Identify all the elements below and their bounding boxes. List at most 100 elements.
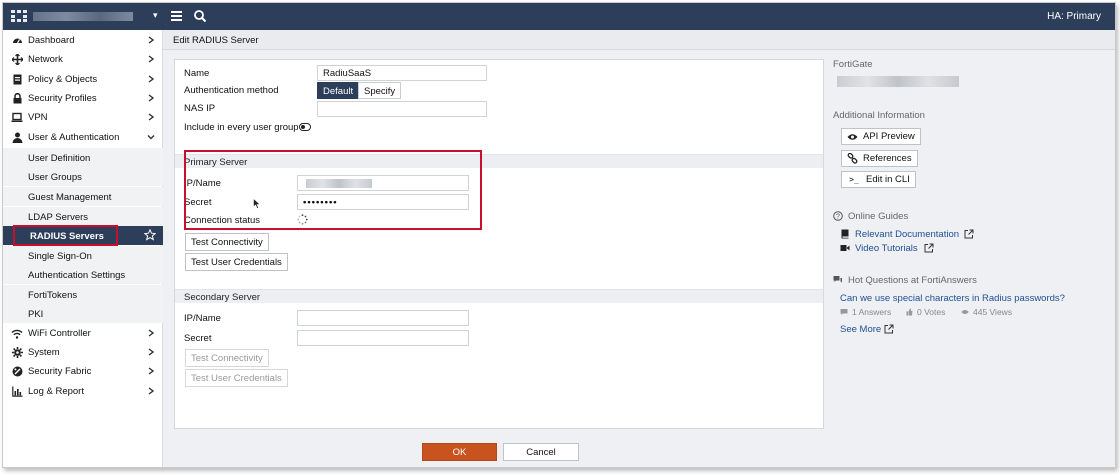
- auth-default-button[interactable]: Default: [317, 82, 360, 99]
- hostname-dropdown-icon[interactable]: ▾: [153, 10, 158, 21]
- sidebar-subitem-authentication-settings[interactable]: Authentication Settings: [3, 265, 163, 284]
- network-icon: [11, 54, 23, 66]
- top-bar: ▾ HA: Primary: [3, 3, 1115, 30]
- policy-icon: [11, 74, 23, 86]
- chevron-right-icon: [148, 367, 155, 375]
- svg-text:?: ?: [836, 214, 840, 221]
- references-button[interactable]: References: [841, 150, 918, 167]
- sidebar-item-label: Dashboard: [28, 35, 75, 46]
- fortinet-logo-icon: [11, 10, 27, 22]
- secondary-server-title: Secondary Server: [184, 292, 261, 303]
- sidebar-subitem-ldap-servers[interactable]: LDAP Servers: [3, 207, 163, 226]
- primary-test-user-credentials-button[interactable]: Test User Credentials: [185, 253, 288, 271]
- secondary-ip-input[interactable]: [297, 310, 469, 326]
- hamburger-menu-icon[interactable]: [171, 9, 182, 22]
- include-user-group-toggle[interactable]: [299, 123, 311, 131]
- video-tutorials-link[interactable]: Video Tutorials: [855, 243, 918, 254]
- sidebar-item-wifi-controller[interactable]: WiFi Controller: [3, 324, 163, 343]
- auth-specify-button[interactable]: Specify: [358, 82, 402, 99]
- relevant-documentation-link[interactable]: Relevant Documentation: [855, 229, 959, 240]
- lock-icon: [11, 93, 23, 105]
- sidebar-subitem-user-definition[interactable]: User Definition: [3, 148, 163, 167]
- secondary-ip-label: IP/Name: [184, 313, 221, 324]
- sidebar-item-label: Log & Report: [28, 386, 84, 397]
- chevron-right-icon: [148, 113, 155, 121]
- sidebar-item-label: Policy & Objects: [28, 74, 98, 85]
- right-panel: FortiGate Additional Information API Pre…: [829, 50, 1115, 467]
- sidebar-item-label: User Definition: [28, 153, 91, 164]
- wifi-icon: [11, 328, 23, 340]
- sidebar-item-security-fabric[interactable]: Security Fabric: [3, 362, 163, 381]
- cancel-button[interactable]: Cancel: [503, 443, 579, 461]
- hostname-redacted[interactable]: [33, 12, 133, 21]
- external-link-icon[interactable]: [884, 324, 894, 334]
- video-camera-icon: [840, 245, 850, 251]
- help-circle-icon: ?: [833, 211, 843, 221]
- sidebar-subitem-guest-management[interactable]: Guest Management: [3, 187, 163, 206]
- api-preview-button[interactable]: API Preview: [841, 128, 921, 145]
- views-count: 445 Views: [973, 307, 1013, 317]
- sidebar-item-label: User Groups: [28, 172, 82, 183]
- sidebar-item-label: Single Sign-On: [28, 251, 92, 262]
- app-window: ▾ HA: Primary Dashboard Network Policy &…: [2, 2, 1116, 468]
- sidebar-subitem-user-groups[interactable]: User Groups: [3, 167, 163, 186]
- external-link-icon[interactable]: [964, 229, 974, 239]
- ok-button[interactable]: OK: [422, 443, 497, 461]
- edit-in-cli-button[interactable]: >_ Edit in CLI: [841, 171, 916, 188]
- secondary-server-section: Secondary Server: [175, 289, 823, 303]
- sidebar-item-policy-objects[interactable]: Policy & Objects: [3, 70, 163, 89]
- online-guides-title: Online Guides: [848, 211, 909, 222]
- sidebar-item-network[interactable]: Network: [3, 50, 163, 69]
- highlight-annotation: [13, 225, 118, 246]
- primary-test-connectivity-button[interactable]: Test Connectivity: [185, 233, 269, 251]
- chevron-down-icon: [147, 135, 155, 140]
- ha-status: HA: Primary: [1047, 11, 1101, 22]
- secondary-test-user-credentials-button[interactable]: Test User Credentials: [185, 369, 288, 387]
- sidebar-item-label: Security Fabric: [28, 366, 92, 377]
- eye-icon: [847, 131, 858, 142]
- sidebar-item-user-authentication[interactable]: User & Authentication: [3, 128, 163, 147]
- sidebar-item-dashboard[interactable]: Dashboard: [3, 31, 163, 50]
- chevron-right-icon: [148, 387, 155, 395]
- sidebar-subitem-single-sign-on[interactable]: Single Sign-On: [3, 246, 163, 265]
- include-user-group-label: Include in every user group: [184, 122, 299, 133]
- sidebar-subitem-pki[interactable]: PKI: [3, 304, 163, 323]
- question-link[interactable]: Can we use special characters in Radius …: [840, 293, 1065, 304]
- sidebar-subitem-fortitokens[interactable]: FortiTokens: [3, 285, 163, 304]
- user-icon: [11, 132, 23, 144]
- hot-questions-title: Hot Questions at FortiAnswers: [848, 275, 977, 286]
- answers-count: 1 Answers: [852, 307, 892, 317]
- see-more-link[interactable]: See More: [840, 324, 881, 335]
- auth-method-label: Authentication method: [184, 85, 279, 96]
- edit-in-cli-label: Edit in CLI: [866, 174, 910, 185]
- votes-icon: [906, 308, 913, 316]
- sidebar-item-log-report[interactable]: Log & Report: [3, 382, 163, 401]
- sidebar-item-label: Authentication Settings: [28, 270, 126, 281]
- chevron-right-icon: [148, 75, 155, 83]
- page-title-bar: Edit RADIUS Server: [163, 30, 1115, 50]
- sidebar-item-vpn[interactable]: VPN: [3, 108, 163, 127]
- chart-icon: [11, 386, 23, 398]
- nas-ip-label: NAS IP: [184, 103, 216, 114]
- name-input[interactable]: RadiuSaaS: [317, 65, 487, 81]
- gear-icon: [11, 347, 23, 359]
- answers-icon: [840, 309, 848, 315]
- sidebar-item-system[interactable]: System: [3, 343, 163, 362]
- name-label: Name: [184, 68, 210, 79]
- dashboard-icon: [11, 35, 23, 47]
- chevron-right-icon: [148, 348, 155, 356]
- nas-ip-input[interactable]: [317, 101, 487, 117]
- book-icon: [841, 229, 849, 239]
- views-icon: [961, 310, 969, 314]
- sidebar-item-label: WiFi Controller: [28, 328, 91, 339]
- external-link-icon[interactable]: [924, 243, 934, 253]
- sidebar: Dashboard Network Policy & Objects Secur…: [3, 30, 163, 467]
- fortigate-title: FortiGate: [833, 59, 873, 70]
- star-icon[interactable]: [144, 229, 156, 241]
- sidebar-item-security-profiles[interactable]: Security Profiles: [3, 89, 163, 108]
- secondary-secret-input[interactable]: [297, 330, 469, 346]
- secondary-test-connectivity-button[interactable]: Test Connectivity: [185, 349, 269, 367]
- search-icon[interactable]: [193, 9, 207, 23]
- additional-info-title: Additional Information: [833, 110, 925, 121]
- link-icon: [847, 153, 858, 164]
